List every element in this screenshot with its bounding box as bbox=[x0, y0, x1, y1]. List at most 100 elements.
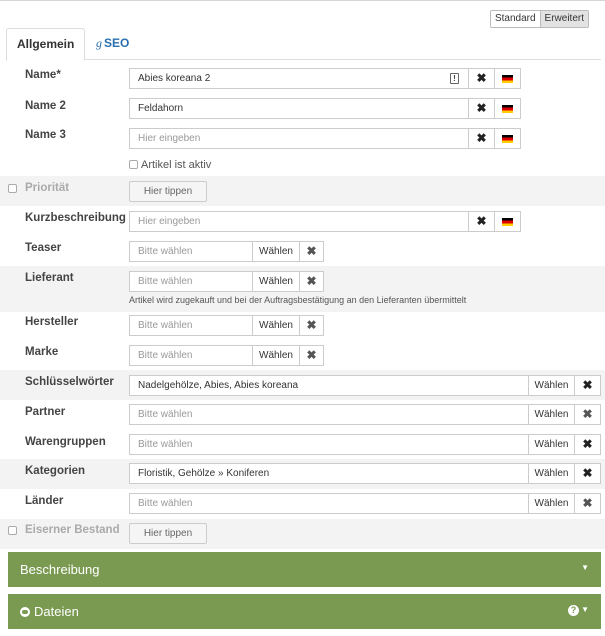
categories-field[interactable]: Floristik, Gehölze » Koniferen bbox=[129, 463, 529, 484]
google-icon: g bbox=[96, 36, 102, 50]
name3-row: Name 3 Hier eingeben ✖ bbox=[0, 123, 605, 153]
partner-select-button[interactable]: Wählen bbox=[528, 404, 575, 425]
priority-tap-button[interactable]: Hier tippen bbox=[129, 181, 207, 202]
partner-clear-button[interactable]: ✖ bbox=[574, 404, 601, 425]
priority-checkbox[interactable] bbox=[8, 184, 17, 193]
close-icon: ✖ bbox=[582, 378, 593, 392]
name-field[interactable]: Abies koreana 2 ! bbox=[129, 68, 469, 89]
priority-label: Priorität bbox=[25, 182, 70, 194]
name2-label: Name 2 bbox=[25, 100, 66, 112]
partner-row: Partner Bitte wählen Wählen ✖ bbox=[0, 400, 605, 430]
keywords-label: Schlüsselwörter bbox=[25, 376, 114, 388]
view-mode-toggle: Standard Erweitert bbox=[489, 10, 589, 28]
close-icon: ✖ bbox=[582, 407, 593, 421]
name3-language-button[interactable] bbox=[494, 128, 521, 149]
name-clear-button[interactable]: ✖ bbox=[468, 68, 495, 89]
keywords-select-button[interactable]: Wählen bbox=[528, 375, 575, 396]
teaser-clear-button[interactable]: ✖ bbox=[299, 241, 324, 262]
product-groups-label: Warengruppen bbox=[25, 436, 106, 448]
iron-stock-row: Eiserner Bestand Hier tippen bbox=[0, 519, 605, 549]
supplier-hint: Artikel wird zugekauft und bei der Auftr… bbox=[129, 295, 467, 305]
files-panel-title: Dateien bbox=[34, 604, 79, 619]
name2-language-button[interactable] bbox=[494, 98, 521, 119]
close-icon: ✖ bbox=[306, 274, 317, 288]
short-description-row: Kurzbeschreibung Hier eingeben ✖ bbox=[0, 206, 605, 236]
iron-stock-label: Eiserner Bestand bbox=[25, 524, 120, 536]
name-language-button[interactable] bbox=[494, 68, 521, 89]
teaser-field[interactable]: Bitte wählen bbox=[129, 241, 253, 262]
countries-select-button[interactable]: Wählen bbox=[528, 493, 575, 514]
name2-clear-button[interactable]: ✖ bbox=[468, 98, 495, 119]
short-description-language-button[interactable] bbox=[494, 211, 521, 232]
german-flag-icon bbox=[502, 105, 513, 113]
german-flag-icon bbox=[502, 75, 513, 83]
help-icon[interactable]: ? bbox=[568, 605, 579, 616]
name2-row: Name 2 Feldahorn ✖ bbox=[0, 93, 605, 123]
product-groups-clear-button[interactable]: ✖ bbox=[574, 434, 601, 455]
countries-clear-button[interactable]: ✖ bbox=[574, 493, 601, 514]
countries-field[interactable]: Bitte wählen bbox=[129, 493, 529, 514]
product-groups-row: Warengruppen Bitte wählen Wählen ✖ bbox=[0, 430, 605, 460]
info-icon[interactable]: ! bbox=[450, 73, 459, 84]
german-flag-icon bbox=[502, 135, 513, 143]
keywords-row: Schlüsselwörter Nadelgehölze, Abies, Abi… bbox=[0, 370, 605, 400]
partner-field[interactable]: Bitte wählen bbox=[129, 404, 529, 425]
brand-row: Marke Bitte wählen Wählen ✖ bbox=[0, 340, 605, 370]
close-icon: ✖ bbox=[306, 348, 317, 362]
supplier-select-button[interactable]: Wählen bbox=[252, 271, 300, 292]
name2-field[interactable]: Feldahorn bbox=[129, 98, 469, 119]
top-divider bbox=[0, 0, 605, 1]
close-icon: ✖ bbox=[582, 466, 593, 480]
description-panel-header[interactable]: Beschreibung ▼ bbox=[8, 552, 601, 587]
manufacturer-select-button[interactable]: Wählen bbox=[252, 315, 300, 336]
name-label: Name* bbox=[25, 69, 61, 81]
teaser-row: Teaser Bitte wählen Wählen ✖ bbox=[0, 236, 605, 266]
active-checkbox[interactable]: Artikel ist aktiv bbox=[129, 159, 211, 171]
keywords-clear-button[interactable]: ✖ bbox=[574, 375, 601, 396]
product-groups-select-button[interactable]: Wählen bbox=[528, 434, 575, 455]
caret-down-icon: ▼ bbox=[581, 605, 589, 614]
german-flag-icon bbox=[502, 218, 513, 226]
manufacturer-label: Hersteller bbox=[25, 316, 79, 328]
iron-stock-checkbox[interactable] bbox=[8, 526, 17, 535]
standard-view-button[interactable]: Standard bbox=[490, 11, 540, 27]
countries-label: Länder bbox=[25, 495, 64, 507]
brand-clear-button[interactable]: ✖ bbox=[299, 345, 324, 366]
manufacturer-clear-button[interactable]: ✖ bbox=[299, 315, 324, 336]
description-panel-title: Beschreibung bbox=[20, 562, 100, 577]
categories-select-button[interactable]: Wählen bbox=[528, 463, 575, 484]
close-icon: ✖ bbox=[476, 214, 487, 228]
close-icon: ✖ bbox=[306, 318, 317, 332]
tab-seo-label: SEO bbox=[104, 36, 130, 50]
countries-row: Länder Bitte wählen Wählen ✖ bbox=[0, 489, 605, 519]
name-row: Name* Abies koreana 2 ! ✖ bbox=[0, 62, 605, 93]
tab-bar: Allgemein g SEO bbox=[6, 28, 601, 61]
files-panel-title-wrap: Dateien bbox=[20, 604, 79, 619]
iron-stock-tap-button[interactable]: Hier tippen bbox=[129, 523, 207, 544]
manufacturer-field[interactable]: Bitte wählen bbox=[129, 315, 253, 336]
name3-label: Name 3 bbox=[25, 129, 66, 141]
supplier-field[interactable]: Bitte wählen bbox=[129, 271, 253, 292]
teaser-select-button[interactable]: Wählen bbox=[252, 241, 300, 262]
short-description-clear-button[interactable]: ✖ bbox=[468, 211, 495, 232]
categories-clear-button[interactable]: ✖ bbox=[574, 463, 601, 484]
name3-clear-button[interactable]: ✖ bbox=[468, 128, 495, 149]
brand-field[interactable]: Bitte wählen bbox=[129, 345, 253, 366]
extended-view-button[interactable]: Erweitert bbox=[539, 11, 588, 27]
close-icon: ✖ bbox=[476, 131, 487, 145]
name3-field[interactable]: Hier eingeben bbox=[129, 128, 469, 149]
files-panel-header[interactable]: Dateien ? ▼ bbox=[8, 594, 601, 629]
supplier-row: Lieferant Bitte wählen Wählen ✖ Artikel … bbox=[0, 266, 605, 312]
tab-seo[interactable]: g SEO bbox=[86, 28, 139, 60]
active-checkbox-box[interactable] bbox=[129, 160, 138, 169]
brand-label: Marke bbox=[25, 346, 59, 358]
keywords-field[interactable]: Nadelgehölze, Abies, Abies koreana bbox=[129, 375, 529, 396]
product-groups-field[interactable]: Bitte wählen bbox=[129, 434, 529, 455]
supplier-clear-button[interactable]: ✖ bbox=[299, 271, 324, 292]
close-icon: ✖ bbox=[582, 437, 593, 451]
tab-general[interactable]: Allgemein bbox=[6, 28, 86, 61]
short-description-field[interactable]: Hier eingeben bbox=[129, 211, 469, 232]
active-checkbox-label: Artikel ist aktiv bbox=[141, 159, 212, 171]
priority-row: Priorität Hier tippen bbox=[0, 176, 605, 206]
brand-select-button[interactable]: Wählen bbox=[252, 345, 300, 366]
